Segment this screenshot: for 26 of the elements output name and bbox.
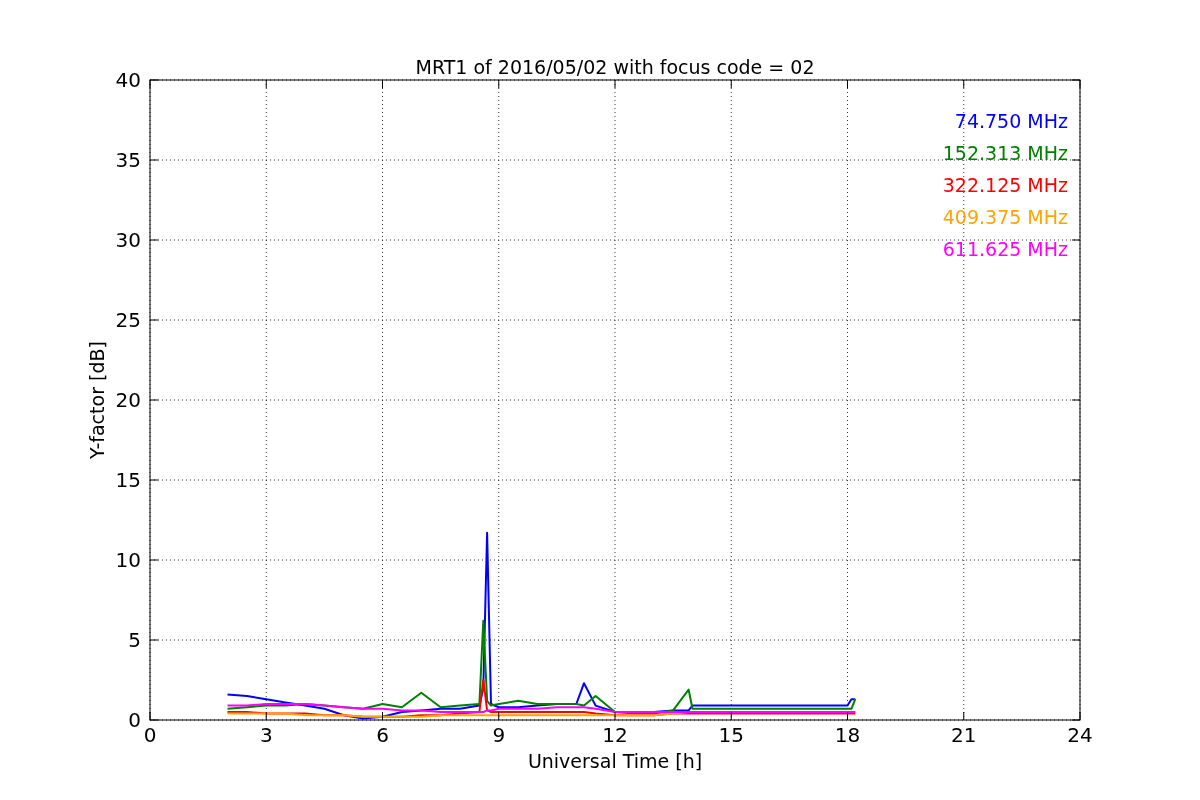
y-tick-label: 10	[115, 548, 141, 572]
y-tick-label: 15	[115, 468, 141, 492]
x-tick-label: 3	[259, 723, 273, 747]
x-tick-label: 15	[718, 723, 744, 747]
y-axis-label: Y-factor [dB]	[86, 341, 108, 459]
legend-label: 611.625 MHz	[942, 238, 1068, 260]
y-tick-label: 0	[128, 708, 141, 732]
chart-title: MRT1 of 2016/05/02 with focus code = 02	[415, 56, 815, 78]
y-tick-label: 25	[115, 308, 141, 332]
x-tick-label: 6	[376, 723, 389, 747]
y-tick-label: 30	[115, 228, 141, 252]
x-tick-label: 21	[951, 723, 977, 747]
x-tick-label: 24	[1067, 723, 1093, 747]
x-tick-label: 12	[602, 723, 628, 747]
x-tick-label: 9	[492, 723, 506, 747]
x-tick-label: 18	[834, 723, 861, 747]
legend-label: 409.375 MHz	[942, 206, 1068, 228]
y-tick-label: 5	[128, 628, 141, 652]
y-tick-label: 35	[115, 148, 141, 172]
legend-label: 74.750 MHz	[954, 110, 1068, 132]
legend-label: 322.125 MHz	[942, 174, 1068, 196]
x-tick-label: 0	[143, 723, 157, 747]
y-tick-label: 40	[115, 68, 141, 92]
y-tick-label: 20	[115, 388, 141, 412]
x-axis-label: Universal Time [h]	[527, 750, 703, 772]
legend-label: 152.313 MHz	[942, 142, 1068, 164]
